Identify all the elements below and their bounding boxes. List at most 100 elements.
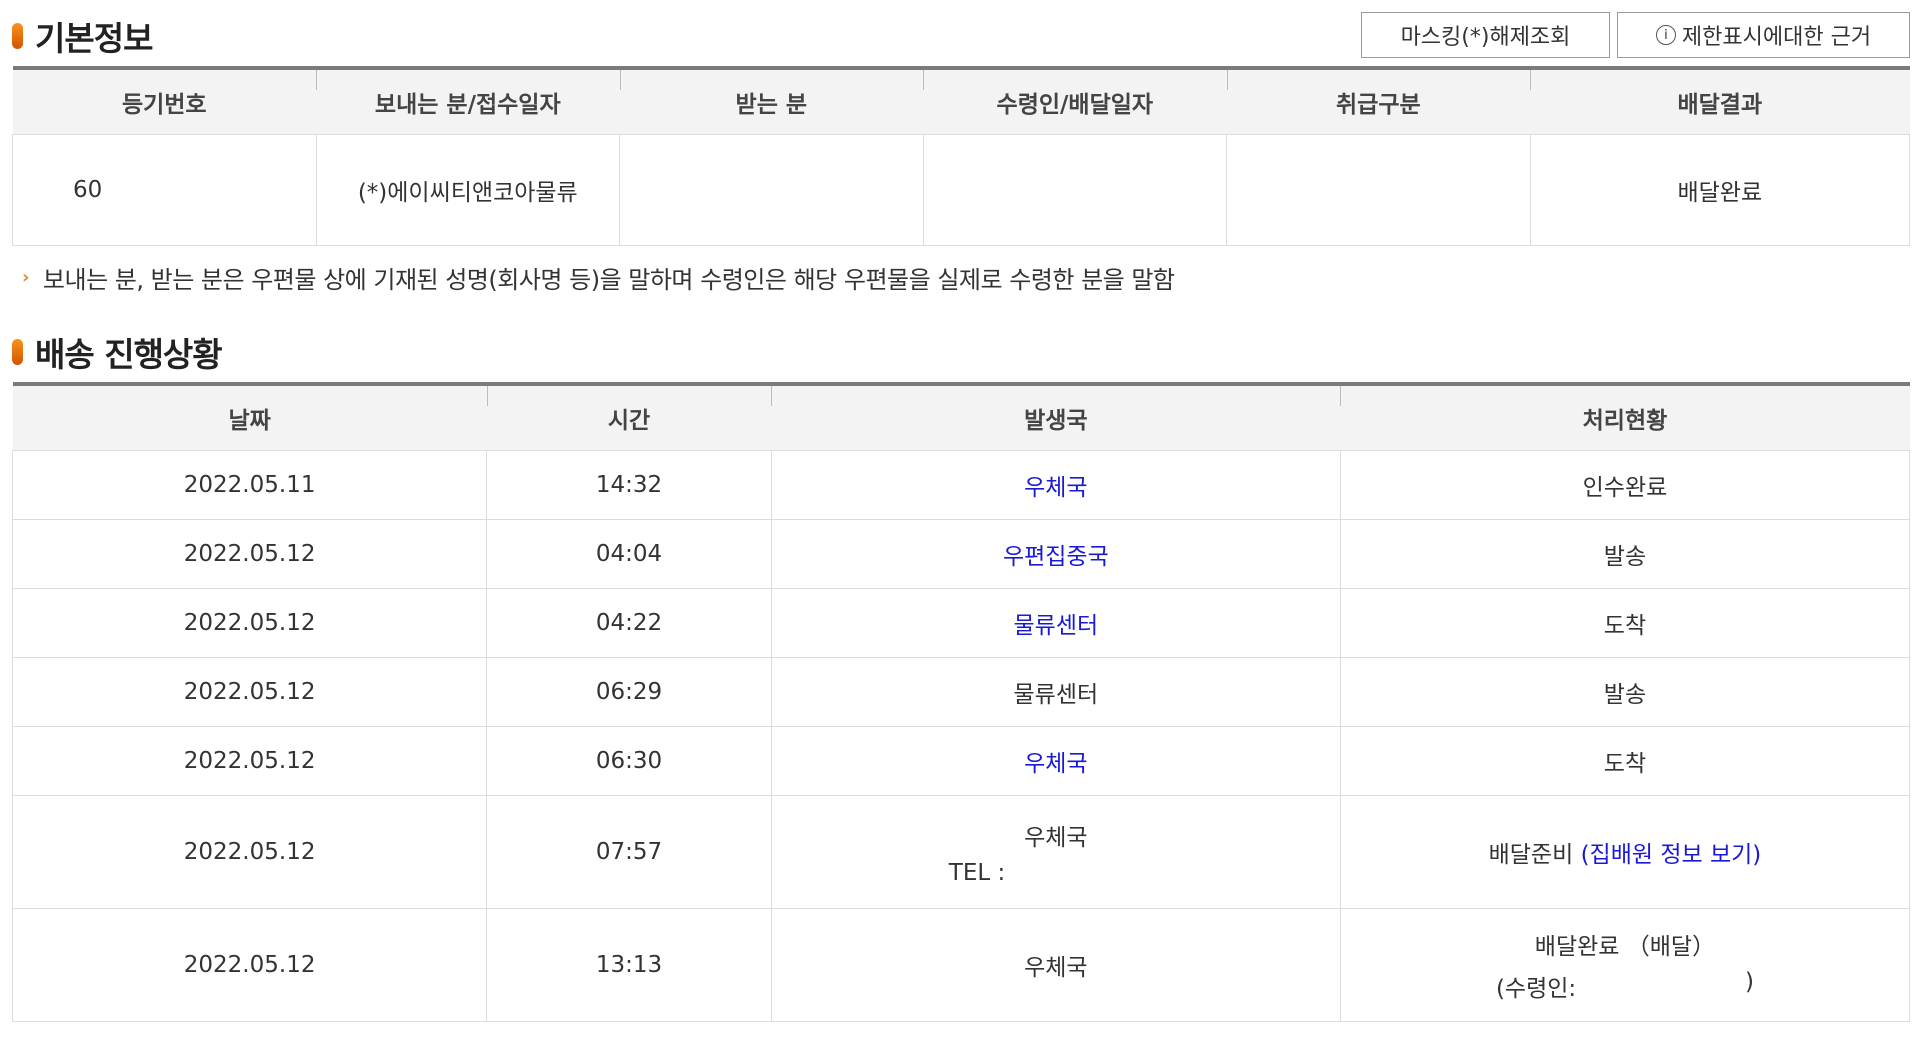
col-header-recipient-date: 수령인/배달일자 xyxy=(923,67,1227,135)
header-separator xyxy=(1530,70,1532,90)
status-cell: 배달준비 (집배원 정보 보기) xyxy=(1339,795,1911,909)
time-cell: 06:30 xyxy=(486,726,772,796)
progress-header: 배송 진행상황 xyxy=(12,316,1910,382)
col-header-receiver-text: 받는 분 xyxy=(735,92,808,118)
basic-info-row: 60 (*)에이씨티앤코아물류 배달완료 xyxy=(12,134,1911,246)
office-cell: 우체국 TEL : xyxy=(770,795,1341,909)
time-cell: 04:04 xyxy=(486,519,772,589)
basic-info-title: 기본정보 xyxy=(12,12,153,60)
table-row: 2022.05.12 04:22 물류센터 도착 xyxy=(11,588,1911,658)
office-cell: 우체국 xyxy=(770,726,1341,796)
carrier-info-link[interactable]: (집배원 정보 보기) xyxy=(1581,842,1762,868)
basic-info-header-row: 등기번호 보내는 분/접수일자 받는 분 수령인/배달일자 취급구분 배달결과 xyxy=(12,67,1910,135)
progress-title: 배송 진행상황 xyxy=(12,328,223,376)
header-separator xyxy=(923,70,925,90)
office-cell: 물류센터 xyxy=(770,657,1341,727)
basic-info-title-text: 기본정보 xyxy=(35,19,153,58)
col-header-result: 배달결과 xyxy=(1530,67,1910,135)
date-cell: 2022.05.12 xyxy=(11,519,488,589)
time-cell: 06:29 xyxy=(486,657,772,727)
col-header-office: 발생국 xyxy=(771,383,1341,451)
col-header-time-text: 시간 xyxy=(607,408,651,434)
section-bullet-icon xyxy=(12,339,23,365)
result-cell: 배달완료 xyxy=(1529,134,1911,246)
status-cell: 발송 xyxy=(1339,657,1911,727)
col-header-handling: 취급구분 xyxy=(1226,67,1531,135)
office-cell: 우편집중국 xyxy=(770,519,1341,589)
basic-info-header: 기본정보 마스킹(*)해제조회 i 제한표시에대한 근거 xyxy=(12,0,1910,66)
date-cell: 2022.05.12 xyxy=(11,908,488,1022)
col-header-recipient-date-text: 수령인/배달일자 xyxy=(996,92,1154,118)
mask-release-button[interactable]: 마스킹(*)해제조회 xyxy=(1361,12,1610,58)
table-row: 2022.05.11 14:32 우체국 인수완료 xyxy=(11,450,1911,520)
status-cell: 배달완료 （배달） (수령인: ) xyxy=(1339,908,1911,1022)
handling-cell xyxy=(1226,134,1531,246)
table-row: 2022.05.12 04:04 우편집중국 발송 xyxy=(11,519,1911,589)
receiver-cell xyxy=(619,134,924,246)
col-header-reg-number: 등기번호 xyxy=(12,67,317,135)
basic-info-note: › 보내는 분, 받는 분은 우편물 상에 기재된 성명(회사명 등)을 말하며… xyxy=(12,260,1910,294)
col-header-handling-text: 취급구분 xyxy=(1336,92,1421,118)
date-cell: 2022.05.12 xyxy=(11,795,488,909)
status-cell: 도착 xyxy=(1339,726,1911,796)
basic-info-buttons: 마스킹(*)해제조회 i 제한표시에대한 근거 xyxy=(1361,12,1910,58)
col-header-status-text: 처리현황 xyxy=(1582,408,1668,434)
header-separator xyxy=(1226,70,1228,90)
col-header-result-text: 배달결과 xyxy=(1677,92,1763,118)
header-separator xyxy=(1340,386,1342,406)
status-text: 배달완료 （배달） xyxy=(1534,934,1716,960)
page-container: 기본정보 마스킹(*)해제조회 i 제한표시에대한 근거 등기번호 보내는 분/… xyxy=(11,0,1911,1022)
header-separator xyxy=(619,70,621,90)
reg-number-cell: 60 xyxy=(12,134,317,246)
office-stack: 우체국 TEL : xyxy=(773,818,1339,886)
progress-header-row: 날짜 시간 발생국 처리현황 xyxy=(12,383,1910,451)
status-cell: 발송 xyxy=(1339,519,1911,589)
restriction-basis-label: 제한표시에대한 근거 xyxy=(1681,25,1872,50)
office-link[interactable]: 물류센터 xyxy=(1014,613,1099,639)
office-link[interactable]: 우체국 xyxy=(1024,475,1087,501)
col-header-receiver: 받는 분 xyxy=(619,67,924,135)
table-row: 2022.05.12 07:57 우체국 TEL : 배달준비 (집배원 정보 … xyxy=(11,795,1911,909)
progress-table: 날짜 시간 발생국 처리현황 2022.05.11 14:32 우체국 인수완료… xyxy=(11,382,1911,1022)
restriction-basis-button[interactable]: i 제한표시에대한 근거 xyxy=(1617,12,1910,58)
header-separator xyxy=(486,386,488,406)
receiver-label: (수령인: xyxy=(1495,976,1577,1002)
office-tel: TEL : xyxy=(948,860,1006,886)
office-link[interactable]: 우체국 xyxy=(1024,751,1087,777)
info-icon: i xyxy=(1655,25,1676,45)
status-cell: 도착 xyxy=(1339,588,1911,658)
time-cell: 04:22 xyxy=(486,588,772,658)
receiver-close: ) xyxy=(1744,969,1754,995)
date-cell: 2022.05.12 xyxy=(11,657,488,727)
note-arrow-icon: › xyxy=(22,266,29,288)
progress-title-text: 배송 진행상황 xyxy=(35,335,223,374)
col-header-date: 날짜 xyxy=(12,383,487,451)
status-cell: 인수완료 xyxy=(1339,450,1911,520)
col-header-office-text: 발생국 xyxy=(1024,408,1088,434)
header-separator xyxy=(316,70,318,90)
col-header-sender: 보내는 분/접수일자 xyxy=(316,67,620,135)
receiver-line: (수령인: ) xyxy=(1496,969,1754,1003)
status-text: 배달준비 xyxy=(1488,842,1574,868)
section-bullet-icon xyxy=(12,23,23,49)
office-cell: 우체국 xyxy=(770,450,1341,520)
office-link[interactable]: 우편집중국 xyxy=(1003,544,1109,570)
table-row: 2022.05.12 13:13 우체국 배달완료 （배달） (수령인: ) xyxy=(11,908,1911,1022)
date-cell: 2022.05.12 xyxy=(11,726,488,796)
table-row: 2022.05.12 06:29 물류센터 발송 xyxy=(11,657,1911,727)
office-name: 우체국 xyxy=(1024,825,1088,851)
basic-info-note-text: 보내는 분, 받는 분은 우편물 상에 기재된 성명(회사명 등)을 말하며 수… xyxy=(42,265,1175,294)
status-stack: 배달완료 （배달） (수령인: ) xyxy=(1342,927,1908,1003)
time-cell: 14:32 xyxy=(486,450,772,520)
date-cell: 2022.05.11 xyxy=(11,450,488,520)
table-row: 2022.05.12 06:30 우체국 도착 xyxy=(11,726,1911,796)
col-header-time: 시간 xyxy=(486,383,772,451)
date-cell: 2022.05.12 xyxy=(11,588,488,658)
col-header-status: 처리현황 xyxy=(1340,383,1910,451)
basic-info-table: 등기번호 보내는 분/접수일자 받는 분 수령인/배달일자 취급구분 배달결과 … xyxy=(12,66,1911,246)
office-cell: 물류센터 xyxy=(770,588,1341,658)
office-cell: 우체국 xyxy=(770,908,1341,1022)
recipient-date-cell xyxy=(922,134,1228,246)
time-cell: 07:57 xyxy=(486,795,772,909)
col-header-sender-text: 보내는 분/접수일자 xyxy=(374,92,561,118)
